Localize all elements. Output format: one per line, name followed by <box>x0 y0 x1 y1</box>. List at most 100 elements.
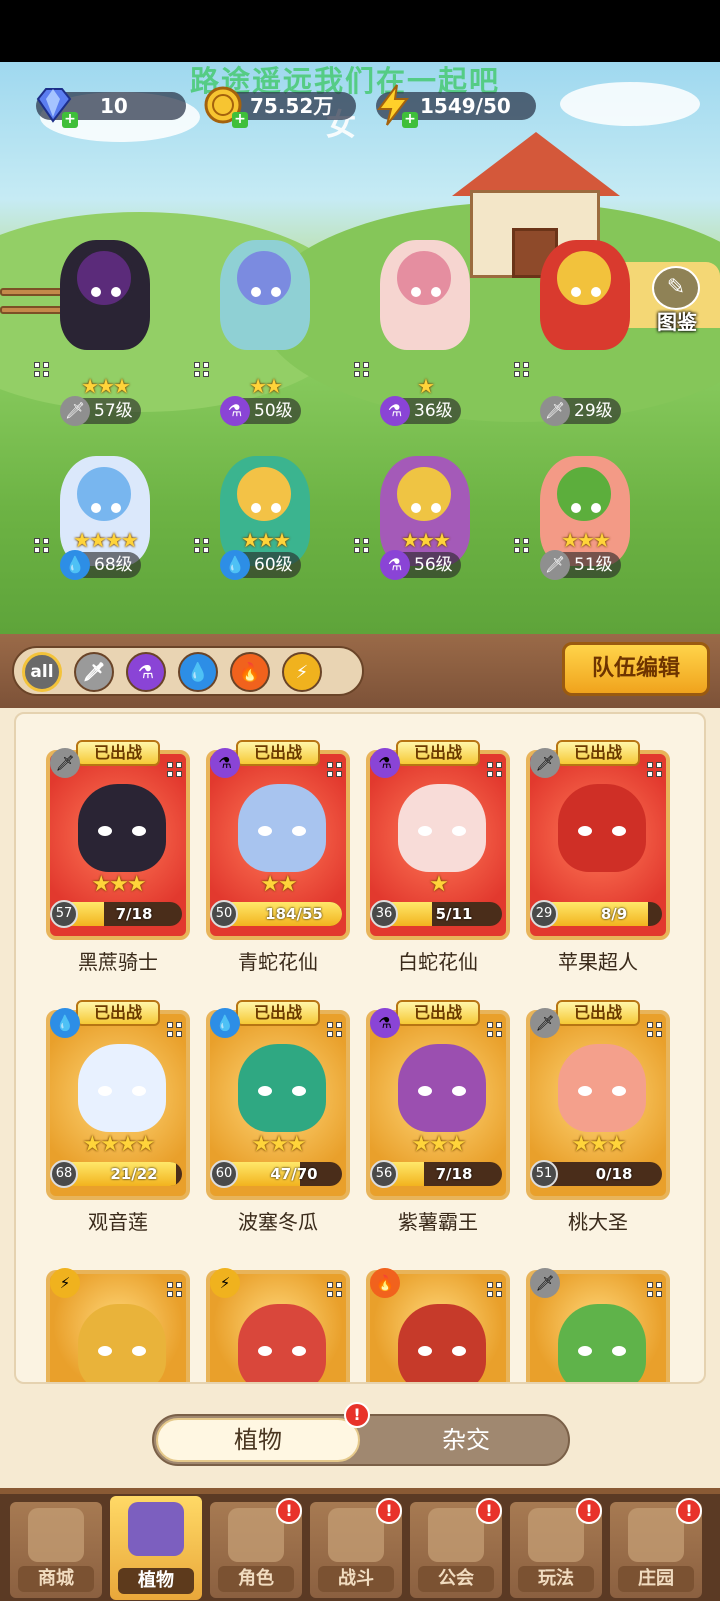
portrait-eye <box>418 1086 432 1096</box>
tab-plants[interactable]: 植物 <box>156 1418 360 1462</box>
nav-item-4[interactable]: 公会! <box>410 1498 502 1598</box>
lineup-unit[interactable]: ★★ ⚗ 50级 <box>194 240 330 426</box>
potion-icon: ⚗ <box>220 396 250 426</box>
alert-badge: ! <box>276 1498 302 1524</box>
plant-card[interactable]: ⚡ <box>46 1260 190 1382</box>
plant-card[interactable]: ⚡ <box>206 1260 350 1382</box>
plant-portrait <box>78 784 166 872</box>
filter-all-button[interactable]: all <box>22 652 62 692</box>
plant-card[interactable]: ⚗ 已出战 ★★ 184/55 50 青蛇花仙 <box>206 740 350 974</box>
deployed-tag: 已出战 <box>236 1000 320 1026</box>
fire-icon: 🔥 <box>370 1268 400 1298</box>
formation-grid-icon <box>514 362 529 377</box>
card-level: 50 <box>210 900 238 928</box>
portrait-eye <box>418 1346 432 1356</box>
plant-card[interactable]: ⚗ 已出战 ★★★ 7/18 56 紫薯霸王 <box>366 1000 510 1234</box>
nav-icon <box>628 1508 684 1562</box>
nav-item-6[interactable]: 庄园! <box>610 1498 702 1598</box>
unit-eye <box>431 503 441 513</box>
plant-portrait <box>78 1044 166 1132</box>
sword-icon: 🗡 <box>540 396 570 426</box>
unit-eye <box>571 503 581 513</box>
nav-item-0[interactable]: 商城 <box>10 1502 102 1598</box>
filter-water-button[interactable]: 💧 <box>178 652 218 692</box>
lightning-icon: + <box>370 82 418 128</box>
team-edit-button[interactable]: 队伍编辑 <box>562 642 710 696</box>
lineup-unit[interactable]: ★ ⚗ 36级 <box>354 240 490 426</box>
formation-grid-icon <box>327 1022 342 1037</box>
lightning-icon: ⚡ <box>50 1268 80 1298</box>
portrait-eye <box>132 826 146 836</box>
unit-stars: ★ <box>417 374 435 398</box>
unit-stars: ★★ <box>249 374 283 398</box>
filter-fire-button[interactable]: 🔥 <box>230 652 270 692</box>
filter-potion-button[interactable]: ⚗ <box>126 652 166 692</box>
card-level: 29 <box>530 900 558 928</box>
unit-stars: ★★★ <box>241 528 291 552</box>
portrait-eye <box>452 1086 466 1096</box>
lineup-unit[interactable]: ★★★ 💧 60级 <box>194 456 330 606</box>
lineup-unit[interactable]: ★★★ 🗡 57级 <box>34 240 170 426</box>
portrait-eye <box>418 826 432 836</box>
portrait-eye <box>292 1346 306 1356</box>
plant-card[interactable]: 💧 已出战 ★★★ 47/70 60 波塞冬瓜 <box>206 1000 350 1234</box>
bottom-nav: 商城 植物 角色! 战斗! 公会! 玩法! 庄园! <box>0 1488 720 1601</box>
lineup-unit[interactable]: ★★★ ⚗ 56级 <box>354 456 490 606</box>
formation-grid-icon <box>647 1282 662 1297</box>
plant-card[interactable]: 🗡 已出战 ★★★ 0/18 51 桃大圣 <box>526 1000 670 1234</box>
nav-item-1[interactable]: 植物 <box>110 1496 202 1600</box>
plant-card[interactable]: 🗡 已出战 ★★★ 7/18 57 黑蔗骑士 <box>46 740 190 974</box>
deployed-tag: 已出战 <box>396 740 480 766</box>
nav-label: 商城 <box>18 1566 94 1592</box>
codex-button[interactable]: ✎ 图鉴 <box>646 266 708 334</box>
gems-counter[interactable]: + 10 <box>36 88 186 128</box>
formation-grid-icon <box>167 1282 182 1297</box>
unit-eye <box>251 287 261 297</box>
resource-bar: + 10 + 75.52万 + 1549/50 <box>30 82 540 134</box>
deployed-tag: 已出战 <box>396 1000 480 1026</box>
portrait-eye <box>292 1086 306 1096</box>
filter-sword-button[interactable]: 🗡 <box>74 652 114 692</box>
nav-item-2[interactable]: 角色! <box>210 1498 302 1598</box>
tab-hybrid[interactable]: 杂交 <box>364 1418 568 1462</box>
formation-grid-icon <box>167 762 182 777</box>
card-stars: ★★ <box>260 872 297 897</box>
portrait-eye <box>452 826 466 836</box>
deployed-tag: 已出战 <box>556 1000 640 1026</box>
fire-icon: 🔥 <box>238 661 262 683</box>
nav-icon <box>228 1508 284 1562</box>
lineup-unit[interactable]: ★★★ 🗡 51级 <box>514 456 650 606</box>
energy-counter[interactable]: + 1549/50 <box>376 84 536 128</box>
lineup-unit[interactable]: 🗡 29级 <box>514 240 650 426</box>
unit-head <box>234 464 294 524</box>
plant-card[interactable]: 🗡 <box>526 1260 670 1382</box>
alert-badge: ! <box>344 1402 370 1428</box>
potion-icon: ⚗ <box>137 661 155 683</box>
gem-icon: + <box>30 82 78 128</box>
formation-grid-icon <box>34 538 49 553</box>
plant-card[interactable]: ⚗ 已出战 ★ 5/11 36 白蛇花仙 <box>366 740 510 974</box>
plant-portrait <box>238 1044 326 1132</box>
status-bar <box>0 0 720 62</box>
portrait-eye <box>612 826 626 836</box>
element-filter: all 🗡 ⚗ 💧 🔥 ⚡ <box>12 646 364 696</box>
portrait-eye <box>98 826 112 836</box>
unit-level: ⚗ 50级 <box>220 396 301 426</box>
plant-card[interactable]: 🗡 已出战 8/9 29 苹果超人 <box>526 740 670 974</box>
nav-item-5[interactable]: 玩法! <box>510 1498 602 1598</box>
plant-card[interactable]: 💧 已出战 ★★★★ 21/22 68 观音莲 <box>46 1000 190 1234</box>
unit-level: 💧 60级 <box>220 550 301 580</box>
card-level: 60 <box>210 1160 238 1188</box>
plant-name: 苹果超人 <box>558 950 638 974</box>
filter-lightning-button[interactable]: ⚡ <box>282 652 322 692</box>
formation-grid-icon <box>327 1282 342 1297</box>
plant-card[interactable]: 🔥 <box>366 1260 510 1382</box>
nav-item-3[interactable]: 战斗! <box>310 1498 402 1598</box>
gold-counter[interactable]: + 75.52万 <box>204 86 356 128</box>
unit-level-text: 29级 <box>574 401 613 421</box>
formation-grid-icon <box>167 1022 182 1037</box>
portrait-eye <box>578 1086 592 1096</box>
plant-name: 青蛇花仙 <box>238 950 318 974</box>
lineup-unit[interactable]: ★★★★ 💧 68级 <box>34 456 170 606</box>
unit-level-text: 51级 <box>574 555 613 575</box>
